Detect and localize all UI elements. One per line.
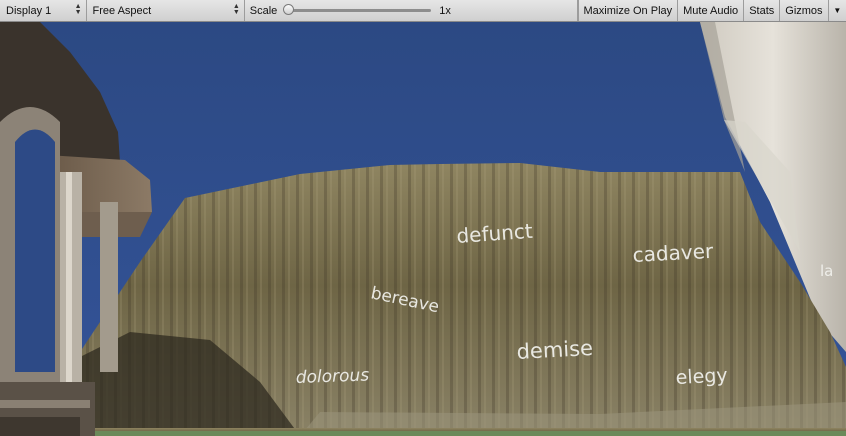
scene-word-cadaver: cadaver	[632, 239, 714, 267]
dropdown-arrows-icon: ▲ ▼	[74, 3, 82, 16]
scene-render: defunct cadaver bereave demise dolorous …	[0, 22, 846, 436]
mute-audio-button[interactable]: Mute Audio	[677, 0, 743, 21]
gizmos-button[interactable]: Gizmos	[779, 0, 827, 21]
scene-word-demise: demise	[516, 336, 594, 364]
aspect-dropdown[interactable]: Free Aspect ▲ ▼	[87, 0, 245, 21]
scale-slider-thumb[interactable]	[283, 4, 295, 15]
scale-label: Scale	[249, 4, 278, 17]
display-dropdown[interactable]: Display 1 ▲ ▼	[0, 0, 87, 21]
scene-word-elegy: elegy	[675, 364, 728, 389]
game-view-window: Display 1 ▲ ▼ Free Aspect ▲ ▼ Scale 1x Max…	[0, 0, 846, 436]
scale-value: 1x	[439, 4, 451, 17]
game-viewport[interactable]: defunct cadaver bereave demise dolorous …	[0, 22, 846, 436]
display-dropdown-label: Display 1	[6, 4, 52, 17]
maximize-on-play-button[interactable]: Maximize On Play	[577, 0, 678, 21]
gizmos-dropdown-arrow-icon[interactable]: ▼	[827, 0, 846, 21]
scene-word-partial: la	[820, 262, 833, 280]
scale-control: Scale 1x	[245, 0, 578, 21]
scene-word-dolorous: dolorous	[295, 365, 369, 388]
scale-slider[interactable]	[283, 4, 432, 15]
game-view-toolbar: Display 1 ▲ ▼ Free Aspect ▲ ▼ Scale 1x Max…	[0, 0, 846, 22]
ground-strip	[60, 431, 846, 436]
stats-button[interactable]: Stats	[743, 0, 779, 21]
aspect-dropdown-label: Free Aspect	[92, 4, 152, 17]
dropdown-arrows-icon: ▲ ▼	[232, 3, 240, 16]
pavilion-column	[100, 202, 118, 372]
